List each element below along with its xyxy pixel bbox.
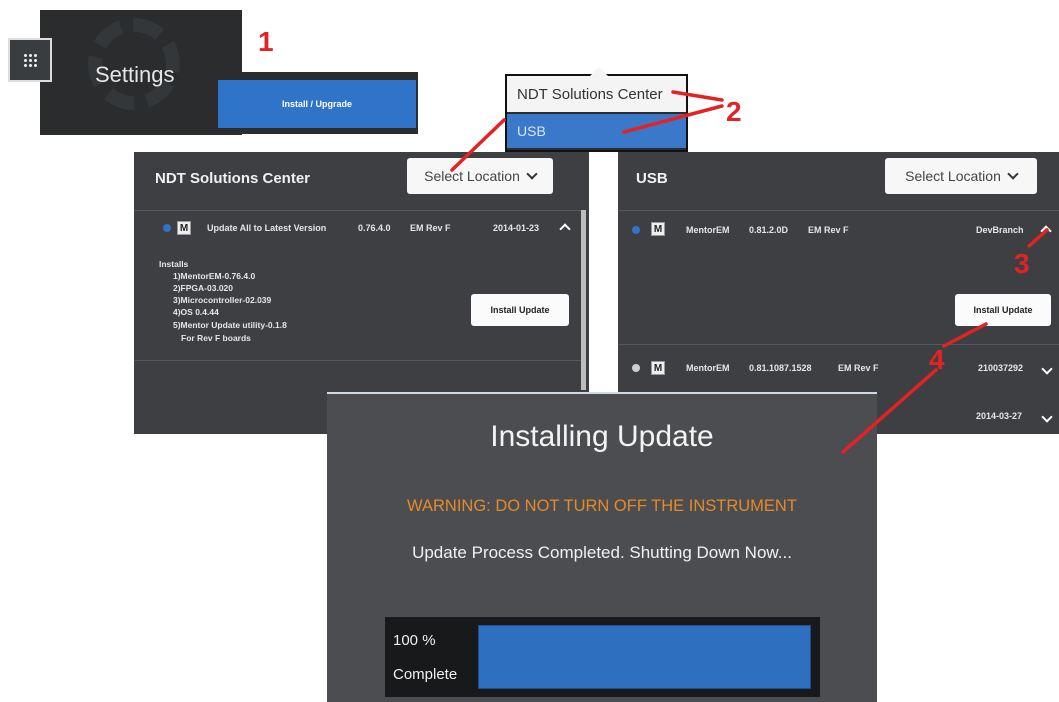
progress-label: Complete — [393, 666, 458, 683]
apps-button[interactable] — [8, 38, 52, 82]
usb-panel-row — [877, 392, 1059, 434]
divider — [618, 344, 1059, 345]
callout-2: 2 — [726, 96, 742, 127]
status-dot — [632, 226, 640, 234]
chevron-down-icon — [1007, 168, 1019, 180]
chevron-up-icon[interactable] — [1040, 222, 1052, 240]
install-item: For Rev F boards — [181, 333, 251, 343]
row-rev: EM Rev F — [838, 363, 879, 373]
select-location-label: Select Location — [424, 168, 520, 184]
chevron-down-icon[interactable] — [1041, 360, 1053, 378]
chevron-up-icon[interactable] — [559, 220, 571, 238]
dropdown-option-ndt[interactable]: NDT Solutions Center — [507, 76, 686, 112]
install-update-button[interactable]: Install Update — [955, 294, 1051, 326]
row-version: 0.76.4.0 — [358, 223, 391, 233]
dialog-warning: WARNING: DO NOT TURN OFF THE INSTRUMENT — [407, 497, 797, 515]
install-item: 5)Mentor Update utility-0.1.8 — [173, 320, 287, 330]
install-item: 2)FPGA-03.020 — [173, 283, 233, 293]
dialog-status: Update Process Completed. Shutting Down … — [412, 543, 792, 562]
row-version: 0.81.2.0D — [749, 225, 789, 235]
row-name: MentorEM — [686, 225, 730, 235]
row-date: 210037292 — [978, 363, 1024, 373]
dialog-title: Installing Update — [490, 420, 714, 453]
ndt-panel-title: NDT Solutions Center — [155, 170, 311, 187]
progress-percent: 100 % — [393, 632, 436, 649]
mentor-logo-icon: M — [651, 361, 665, 375]
row-rev: EM Rev F — [410, 223, 451, 233]
scrollbar[interactable] — [581, 210, 586, 390]
row-date: DevBranch — [976, 225, 1024, 235]
mentor-logo-icon: M — [651, 222, 665, 236]
divider — [134, 210, 582, 211]
settings-label: Settings — [95, 62, 175, 87]
progress-bar — [478, 625, 811, 689]
status-dot — [632, 364, 640, 372]
panel-gap — [589, 152, 618, 392]
callout-1: 1 — [258, 26, 274, 57]
install-item: 4)OS 0.4.44 — [173, 307, 219, 317]
install-item: 1)MentorEM-0.76.4.0 — [173, 271, 256, 281]
row-date: 2014-01-23 — [493, 223, 540, 233]
select-location-button[interactable]: Select Location — [407, 158, 553, 194]
mentor-logo-icon: M — [177, 221, 191, 235]
row-name: MentorEM — [686, 363, 730, 373]
row-rev: EM Rev F — [808, 225, 849, 235]
chevron-down-icon — [526, 168, 538, 180]
divider — [618, 210, 1059, 211]
row-version: 0.81.1087.1528 — [749, 363, 812, 373]
divider — [134, 360, 582, 361]
status-dot — [163, 224, 171, 232]
callout-3: 3 — [1014, 248, 1030, 279]
select-location-label: Select Location — [905, 168, 1001, 184]
row-name: Update All to Latest Version — [207, 223, 327, 233]
install-item: 3)Microcontroller-02.039 — [173, 295, 272, 305]
grid-icon — [23, 53, 37, 67]
chevron-down-icon[interactable] — [1041, 408, 1053, 426]
row-date: 2014-03-27 — [976, 411, 1023, 421]
usb-panel-title: USB — [636, 170, 668, 187]
dropdown-caret — [590, 67, 608, 76]
select-location-button[interactable]: Select Location — [885, 158, 1037, 194]
callout-4: 4 — [929, 344, 945, 375]
installs-heading: Installs — [159, 259, 189, 269]
install-upgrade-button[interactable]: Install / Upgrade — [218, 80, 416, 128]
install-update-button[interactable]: Install Update — [471, 294, 569, 326]
dropdown-option-usb[interactable]: USB — [507, 114, 686, 148]
